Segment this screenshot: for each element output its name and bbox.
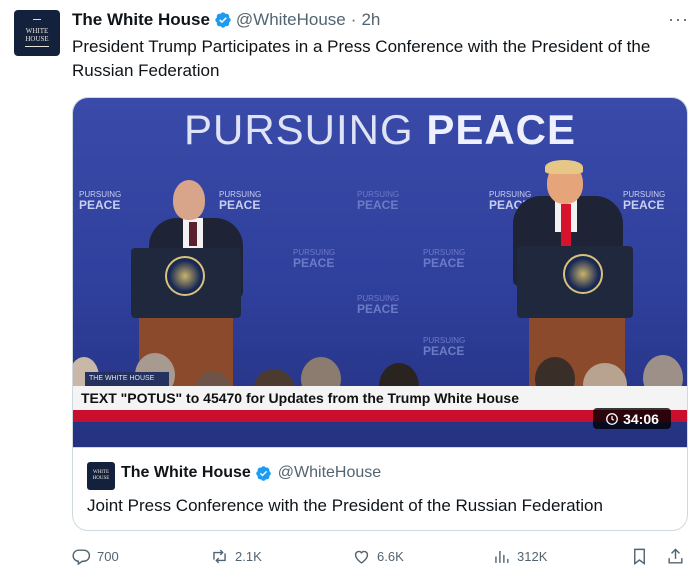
share-icon bbox=[668, 548, 683, 564]
quoted-header: The White House @WhiteHouse bbox=[121, 464, 381, 482]
repost-icon bbox=[213, 549, 226, 564]
heart-icon bbox=[354, 550, 369, 564]
quoted-text: Joint Press Conference with the Presiden… bbox=[87, 496, 603, 515]
repost-count: 2.1K bbox=[235, 549, 262, 564]
backdrop-watermark: PURSUING PEACE bbox=[623, 190, 666, 212]
backdrop-watermark: PURSUING PEACE bbox=[79, 190, 122, 212]
backdrop-watermark: PURSUING PEACE bbox=[423, 248, 466, 270]
backdrop-watermark: PURSUING PEACE bbox=[357, 294, 400, 316]
video-thumbnail[interactable]: PURSUING PEACE PURSUING PEACE PURSUING PEA… bbox=[73, 98, 687, 447]
separator-dot: · bbox=[350, 10, 357, 29]
author-avatar[interactable]: WHITE HOUSE bbox=[14, 10, 60, 56]
repost-button[interactable]: 2.1K bbox=[210, 547, 262, 566]
verified-badge-icon bbox=[215, 12, 231, 28]
channel-logo: THE WHITE HOUSE bbox=[85, 372, 169, 386]
presidential-seal bbox=[563, 254, 603, 294]
backdrop-watermark: PURSUING PEACE bbox=[293, 248, 336, 270]
more-icon[interactable]: ··· bbox=[668, 9, 689, 30]
clock-icon bbox=[606, 412, 618, 425]
avatar-text-2: HOUSE bbox=[25, 35, 49, 43]
reply-icon bbox=[72, 549, 91, 566]
share-button[interactable] bbox=[666, 547, 685, 566]
backdrop-watermark: PURSUING PEACE bbox=[357, 190, 400, 212]
duration-text: 34:06 bbox=[623, 410, 659, 427]
views-icon bbox=[495, 550, 509, 563]
views-button[interactable]: 312K bbox=[492, 547, 547, 566]
tweet-text: President Trump Participates in a Press … bbox=[72, 37, 651, 80]
action-bar: 700 2.1K 6.6K 312K bbox=[72, 547, 688, 571]
tweet-timestamp[interactable]: 2h bbox=[361, 10, 380, 30]
avatar-rule bbox=[25, 46, 49, 47]
like-count: 6.6K bbox=[377, 549, 404, 564]
video-duration-badge: 34:06 bbox=[593, 408, 671, 429]
reply-button[interactable]: 700 bbox=[72, 547, 119, 566]
news-ticker: TEXT "POTUS" to 45470 for Updates from t… bbox=[73, 386, 687, 410]
tweet-header: The White House @WhiteHouse · 2h bbox=[72, 10, 380, 30]
verified-badge-icon bbox=[256, 465, 271, 481]
author-handle[interactable]: @WhiteHouse bbox=[236, 10, 346, 30]
views-count: 312K bbox=[517, 549, 548, 564]
like-button[interactable]: 6.6K bbox=[352, 547, 404, 566]
avatar-seal bbox=[33, 19, 41, 25]
quoted-card[interactable]: PURSUING PEACE PURSUING PEACE PURSUING PEA… bbox=[72, 97, 688, 531]
author-name[interactable]: The White House bbox=[72, 10, 210, 30]
reply-count: 700 bbox=[97, 549, 119, 564]
quoted-author-name[interactable]: The White House bbox=[121, 464, 251, 482]
bookmark-icon bbox=[634, 548, 645, 566]
ticker-text: TEXT "POTUS" to 45470 for Updates from t… bbox=[81, 390, 519, 406]
backdrop-watermark: PURSUING PEACE bbox=[423, 336, 466, 358]
quoted-author-handle[interactable]: @WhiteHouse bbox=[278, 464, 381, 482]
avatar-text-1: WHITE bbox=[25, 27, 49, 35]
quoted-author-avatar[interactable]: WHITE HOUSE bbox=[87, 462, 115, 490]
backdrop-watermark: PURSUING PEACE bbox=[219, 190, 262, 212]
presidential-seal bbox=[165, 256, 205, 296]
bookmark-button[interactable] bbox=[630, 547, 649, 566]
banner-text: PURSUING PEACE bbox=[183, 106, 577, 153]
quoted-post[interactable]: WHITE HOUSE The White House @WhiteHouse J… bbox=[73, 447, 687, 530]
